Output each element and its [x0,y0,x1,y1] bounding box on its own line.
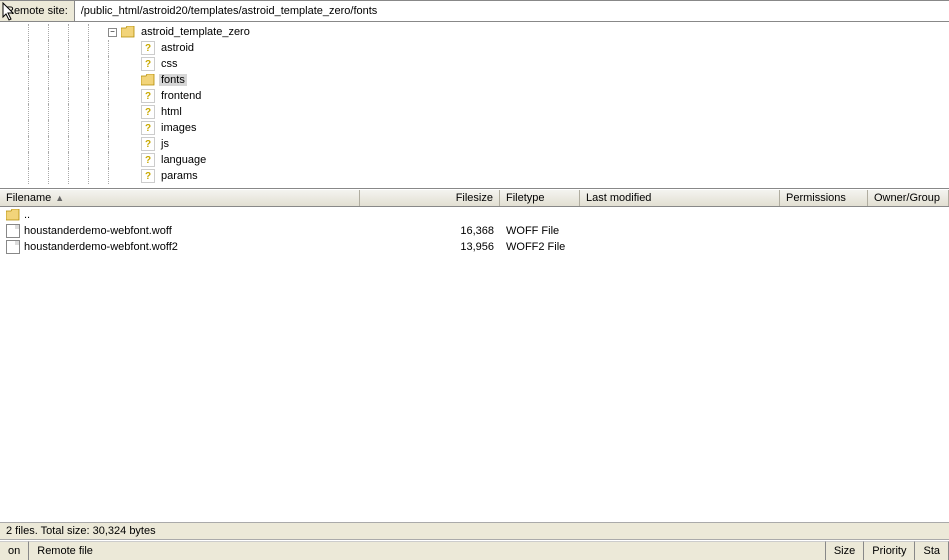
queue-col-status[interactable]: Sta [915,541,949,560]
file-icon [6,240,20,254]
tree-label: astroid_template_zero [139,26,252,38]
tree-item-language[interactable]: ? language [0,152,949,168]
column-filename[interactable]: Filename▲ [0,190,360,206]
parent-dir-row[interactable]: .. [0,207,949,223]
remote-path-input[interactable] [75,1,949,21]
unknown-icon: ? [141,57,155,71]
status-bar: 2 files. Total size: 30,324 bytes [0,522,949,540]
sort-asc-icon: ▲ [55,193,64,203]
tree-folder-root[interactable]: − astroid_template_zero [0,24,949,40]
remote-site-label: Remote site: [0,1,75,21]
file-size: 13,956 [460,241,494,253]
tree-label: params [159,170,200,182]
tree-label: css [159,58,180,70]
column-last-modified[interactable]: Last modified [580,190,780,206]
tree-label: language [159,154,208,166]
tree-item-frontend[interactable]: ? frontend [0,88,949,104]
column-permissions[interactable]: Permissions [780,190,868,206]
file-row[interactable]: houstanderdemo-webfont.woff 16,368 WOFF Fi… [0,223,949,239]
folder-icon [121,26,135,38]
folder-icon [141,74,155,86]
file-name: houstanderdemo-webfont.woff [24,225,172,237]
folder-up-icon [6,209,20,221]
file-list-header: Filename▲ Filesize Filetype Last modifie… [0,189,949,207]
file-icon [6,224,20,238]
parent-dir-label: .. [24,209,30,221]
remote-tree[interactable]: − astroid_template_zero ? astroid? css font… [0,22,949,188]
file-size: 16,368 [460,225,494,237]
file-type: WOFF2 File [506,241,565,253]
tree-item-html[interactable]: ? html [0,104,949,120]
queue-header: on Remote file Size Priority Sta [0,540,949,560]
remote-path-bar: Remote site: [0,0,949,22]
unknown-icon: ? [141,121,155,135]
tree-label: frontend [159,90,203,102]
queue-col-direction[interactable]: on [0,541,29,560]
queue-col-size[interactable]: Size [826,541,864,560]
tree-item-fonts[interactable]: fonts [0,72,949,88]
tree-label: images [159,122,198,134]
tree-label: html [159,106,184,118]
unknown-icon: ? [141,153,155,167]
unknown-icon: ? [141,41,155,55]
tree-label: astroid [159,42,196,54]
status-text: 2 files. Total size: 30,324 bytes [6,525,156,537]
unknown-icon: ? [141,169,155,183]
file-row[interactable]: houstanderdemo-webfont.woff2 13,956 WOFF2 … [0,239,949,255]
unknown-icon: ? [141,105,155,119]
column-owner-group[interactable]: Owner/Group [868,190,949,206]
queue-col-priority[interactable]: Priority [864,541,915,560]
column-filetype[interactable]: Filetype [500,190,580,206]
tree-item-js[interactable]: ? js [0,136,949,152]
unknown-icon: ? [141,137,155,151]
file-type: WOFF File [506,225,559,237]
unknown-icon: ? [141,89,155,103]
tree-item-params[interactable]: ? params [0,168,949,184]
queue-col-remote-file[interactable]: Remote file [29,541,826,560]
tree-label: js [159,138,171,150]
tree-item-astroid[interactable]: ? astroid [0,40,949,56]
tree-item-images[interactable]: ? images [0,120,949,136]
tree-label: fonts [159,74,187,86]
collapse-icon[interactable]: − [108,28,117,37]
tree-item-css[interactable]: ? css [0,56,949,72]
column-filesize[interactable]: Filesize [360,190,500,206]
file-name: houstanderdemo-webfont.woff2 [24,241,178,253]
file-list[interactable]: .. houstanderdemo-webfont.woff 16,368 WOFF… [0,207,949,522]
